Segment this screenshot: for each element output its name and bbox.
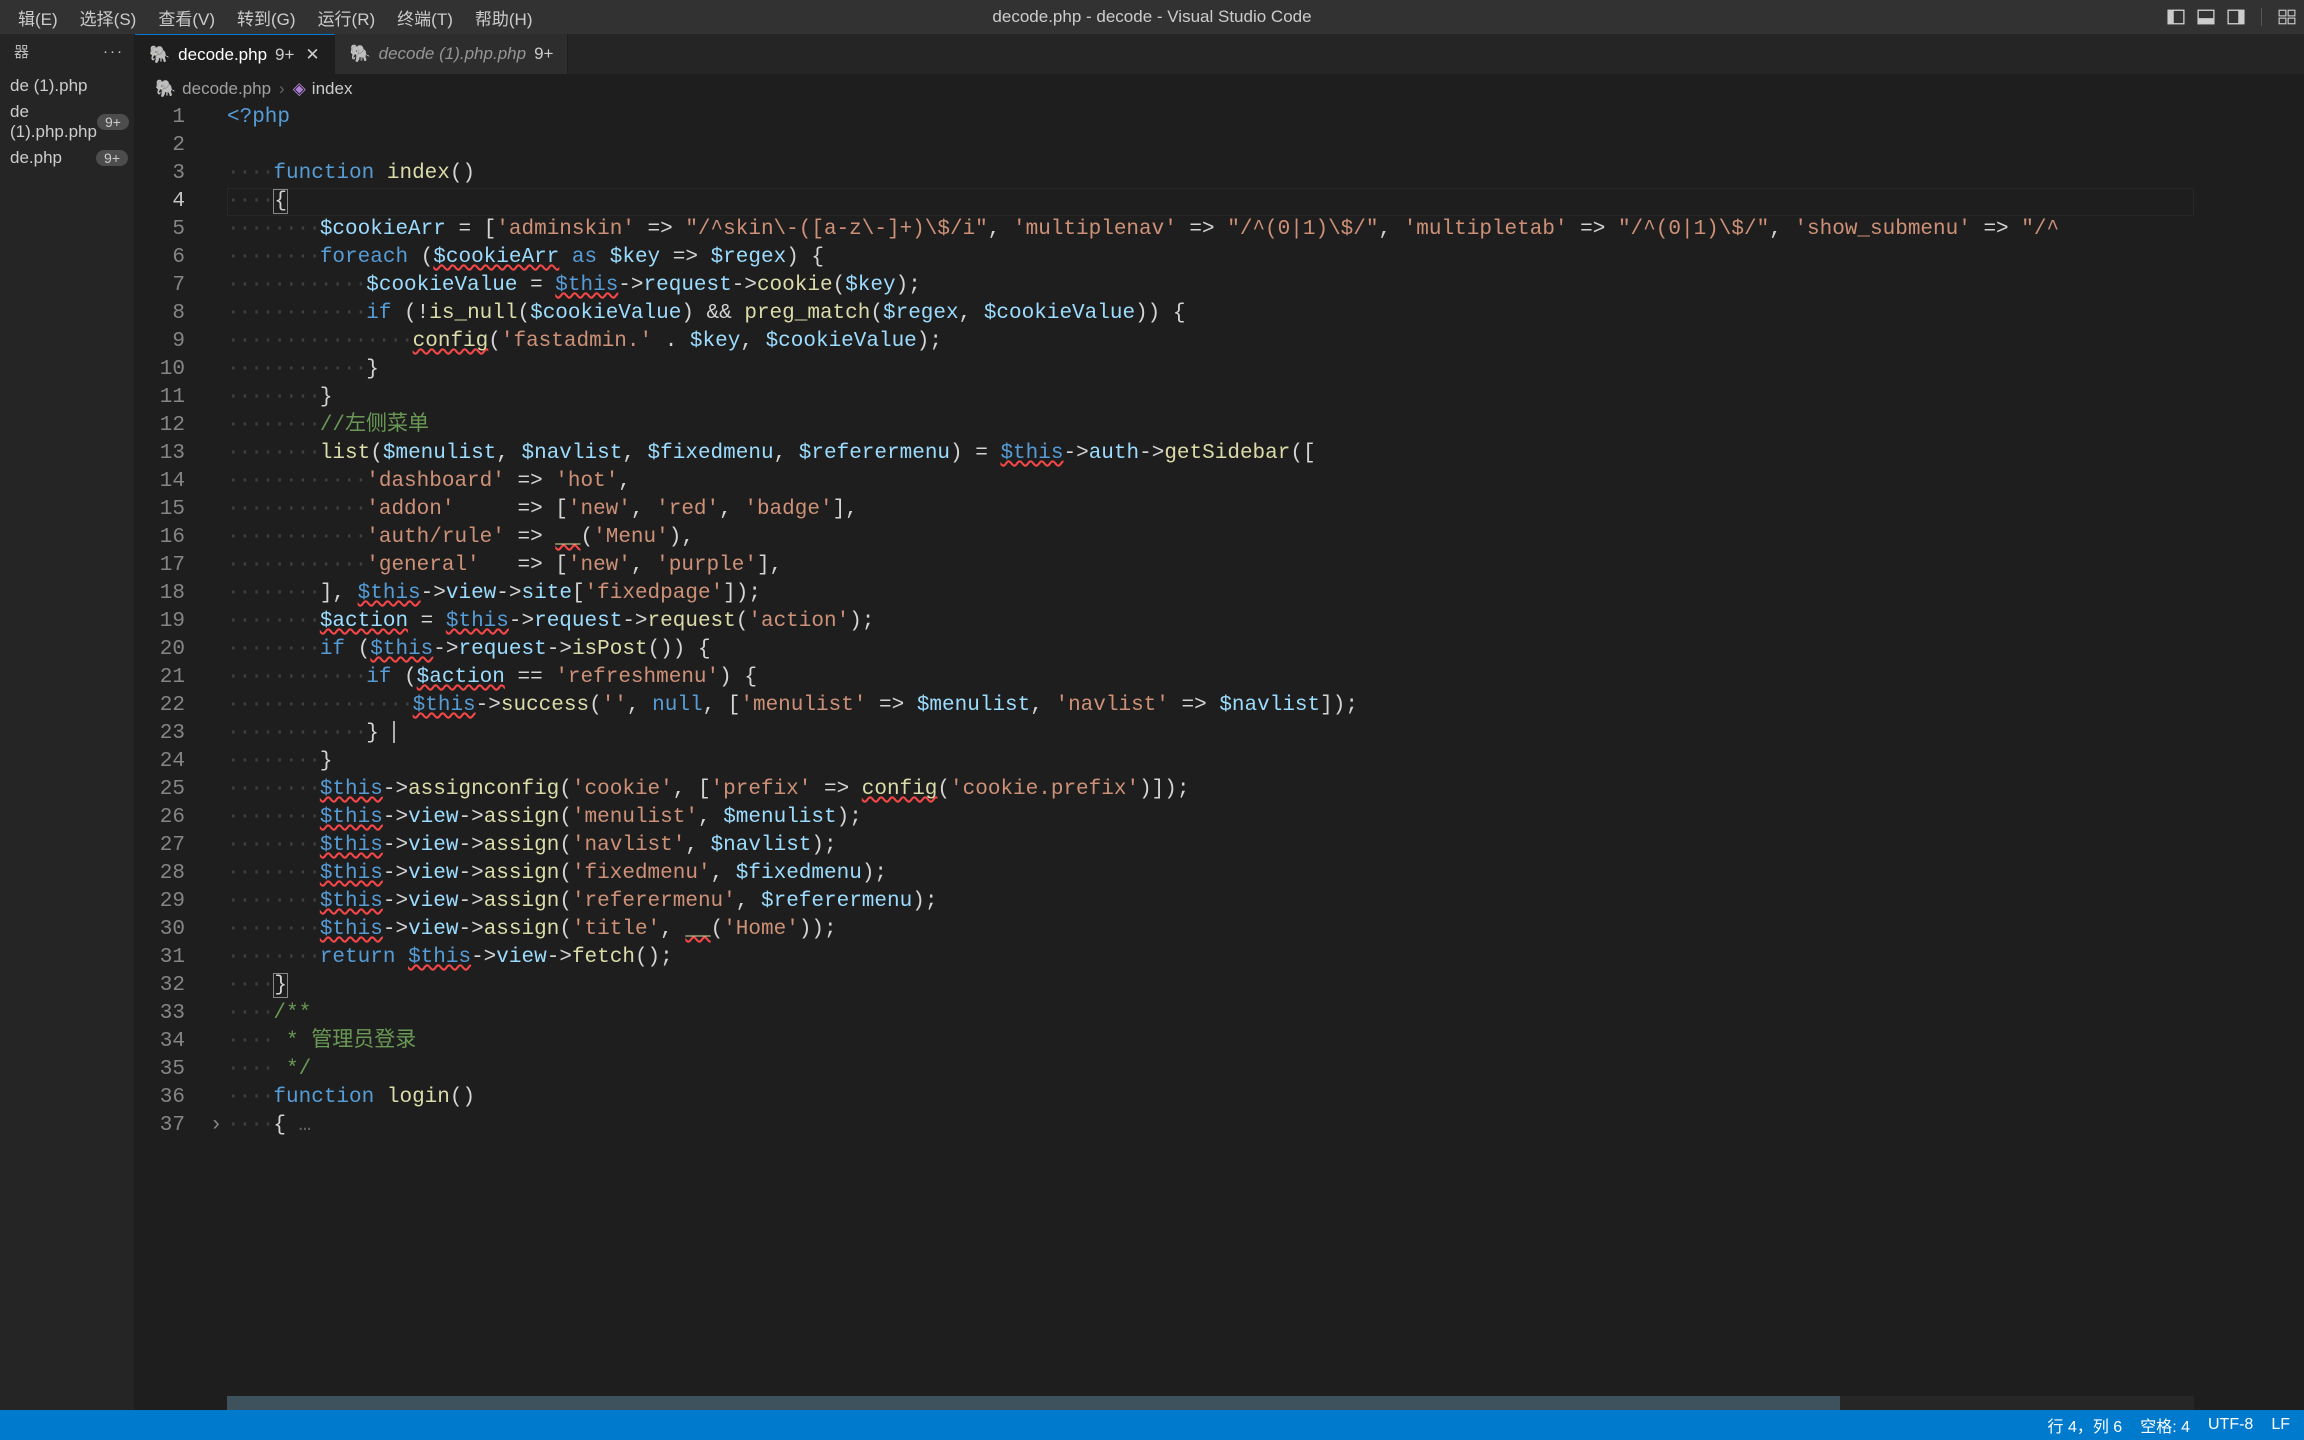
horizontal-scrollbar[interactable] bbox=[227, 1396, 2194, 1410]
php-icon: 🐘 bbox=[349, 44, 370, 64]
breadcrumb[interactable]: 🐘 decode.php › ◈ index bbox=[135, 74, 2304, 104]
menu-select[interactable]: 选择(S) bbox=[70, 1, 147, 34]
file-item[interactable]: de (1).php bbox=[0, 73, 134, 99]
indent-spaces[interactable]: 空格: 4 bbox=[2140, 1413, 2190, 1437]
menu-help[interactable]: 帮助(H) bbox=[465, 1, 543, 34]
function-icon: ◈ bbox=[293, 79, 306, 99]
tab-label: decode.php bbox=[178, 45, 267, 65]
menu-items: 辑(E) 选择(S) 查看(V) 转到(G) 运行(R) 终端(T) 帮助(H) bbox=[8, 1, 543, 34]
breadcrumb-symbol: index bbox=[312, 79, 353, 99]
file-name: de.php bbox=[10, 148, 62, 168]
line-numbers: 1234 5678 9101112 13141516 17181920 2122… bbox=[135, 104, 205, 1410]
tab-decode1-php[interactable]: 🐘 decode (1).php.php 9+ bbox=[335, 34, 568, 74]
layout-bottom-icon[interactable] bbox=[2197, 8, 2215, 26]
menu-terminal[interactable]: 终端(T) bbox=[387, 1, 463, 34]
folding-column: › bbox=[205, 104, 227, 1410]
layout-left-icon[interactable] bbox=[2167, 8, 2185, 26]
more-icon[interactable]: ··· bbox=[103, 43, 124, 60]
tab-badge: 9+ bbox=[534, 44, 553, 64]
encoding[interactable]: UTF-8 bbox=[2208, 1416, 2253, 1434]
layout-customize-icon[interactable] bbox=[2278, 8, 2296, 26]
chevron-right-icon: › bbox=[279, 79, 285, 99]
editor-area: 🐘 decode.php 9+ ✕ 🐘 decode (1).php.php 9… bbox=[135, 34, 2304, 1410]
problems-badge: 9+ bbox=[97, 114, 129, 130]
menu-edit[interactable]: 辑(E) bbox=[8, 1, 68, 34]
separator bbox=[2261, 8, 2262, 26]
sidebar-header-label: 器 bbox=[10, 41, 29, 62]
tab-decode-php[interactable]: 🐘 decode.php 9+ ✕ bbox=[135, 34, 335, 74]
tabbar: 🐘 decode.php 9+ ✕ 🐘 decode (1).php.php 9… bbox=[135, 34, 2304, 74]
file-item[interactable]: de.php 9+ bbox=[0, 145, 134, 171]
sidebar-header: 器 ··· bbox=[0, 34, 134, 69]
statusbar: 行 4，列 6 空格: 4 UTF-8 LF bbox=[0, 1410, 2304, 1440]
problems-badge: 9+ bbox=[96, 150, 128, 166]
tab-label: decode (1).php.php bbox=[379, 44, 526, 64]
close-icon[interactable]: ✕ bbox=[304, 45, 320, 65]
cursor-position[interactable]: 行 4，列 6 bbox=[2048, 1413, 2123, 1437]
eol[interactable]: LF bbox=[2271, 1416, 2290, 1434]
open-editors-list: de (1).php de (1).php.php 9+ de.php 9+ bbox=[0, 69, 134, 171]
code-content[interactable]: <?php ····function index() ····{ ·······… bbox=[227, 104, 2194, 1410]
file-name: de (1).php.php bbox=[10, 102, 97, 142]
code-editor[interactable]: 1234 5678 9101112 13141516 17181920 2122… bbox=[135, 104, 2304, 1410]
file-name: de (1).php bbox=[10, 76, 88, 96]
php-icon: 🐘 bbox=[149, 45, 170, 65]
menu-goto[interactable]: 转到(G) bbox=[227, 1, 306, 34]
file-item[interactable]: de (1).php.php 9+ bbox=[0, 99, 134, 145]
sidebar: 器 ··· de (1).php de (1).php.php 9+ de.ph… bbox=[0, 34, 135, 1410]
scrollbar-thumb[interactable] bbox=[227, 1396, 1840, 1410]
layout-right-icon[interactable] bbox=[2227, 8, 2245, 26]
menu-view[interactable]: 查看(V) bbox=[148, 1, 225, 34]
menu-run[interactable]: 运行(R) bbox=[308, 1, 386, 34]
tab-badge: 9+ bbox=[275, 45, 294, 65]
breadcrumb-file: decode.php bbox=[182, 79, 271, 99]
minimap[interactable] bbox=[2194, 104, 2304, 1410]
php-icon: 🐘 bbox=[155, 79, 176, 99]
menubar: 辑(E) 选择(S) 查看(V) 转到(G) 运行(R) 终端(T) 帮助(H)… bbox=[0, 0, 2304, 34]
window-title: decode.php - decode - Visual Studio Code bbox=[992, 7, 1311, 27]
title-layout-controls bbox=[2167, 8, 2296, 26]
